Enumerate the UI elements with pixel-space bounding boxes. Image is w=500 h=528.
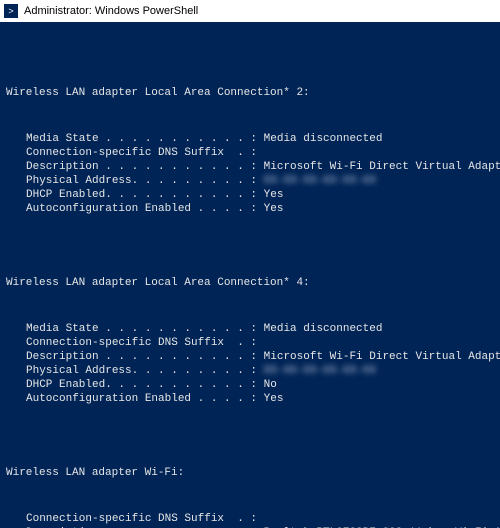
adapter-block: Media State . . . . . . . . . . . : Medi…: [26, 132, 500, 216]
output-row: Physical Address. . . . . . . . . : XX-X…: [26, 174, 500, 188]
powershell-icon: >: [4, 4, 18, 18]
output-row: Autoconfiguration Enabled . . . . : Yes: [26, 392, 500, 406]
adapter-header: Wireless LAN adapter Local Area Connecti…: [6, 86, 500, 100]
output-row: Autoconfiguration Enabled . . . . : Yes: [26, 202, 500, 216]
field-label: Physical Address. . . . . . . . . :: [26, 174, 264, 188]
field-value: Media disconnected: [264, 132, 383, 146]
field-label: Connection-specific DNS Suffix . :: [26, 512, 257, 526]
field-value: Yes: [264, 392, 284, 406]
output-row: DHCP Enabled. . . . . . . . . . . : No: [26, 378, 500, 392]
field-label: Media State . . . . . . . . . . . :: [26, 322, 264, 336]
field-value: Yes: [264, 202, 284, 216]
field-value: No: [264, 378, 277, 392]
field-label: Connection-specific DNS Suffix . :: [26, 146, 257, 160]
field-label: Autoconfiguration Enabled . . . . :: [26, 202, 264, 216]
window-title: Administrator: Windows PowerShell: [24, 4, 198, 18]
field-label: DHCP Enabled. . . . . . . . . . . :: [26, 378, 264, 392]
field-value: XX-XX-XX-XX-XX-XX: [264, 174, 376, 188]
field-value: Microsoft Wi-Fi Direct Virtual Adapter #…: [264, 350, 500, 364]
output-row: Physical Address. . . . . . . . . : XX-X…: [26, 364, 500, 378]
field-label: Physical Address. . . . . . . . . :: [26, 364, 264, 378]
output-row: Connection-specific DNS Suffix . :: [26, 512, 500, 526]
powershell-window: > Administrator: Windows PowerShell Wire…: [0, 0, 500, 528]
field-value: Yes: [264, 188, 284, 202]
output-row: DHCP Enabled. . . . . . . . . . . : Yes: [26, 188, 500, 202]
field-value: Media disconnected: [264, 322, 383, 336]
output-row: Media State . . . . . . . . . . . : Medi…: [26, 132, 500, 146]
adapter-block: Media State . . . . . . . . . . . : Medi…: [26, 322, 500, 406]
output-row: Description . . . . . . . . . . . : Micr…: [26, 350, 500, 364]
output-row: Connection-specific DNS Suffix . :: [26, 336, 500, 350]
field-label: Description . . . . . . . . . . . :: [26, 350, 264, 364]
output-row: Description . . . . . . . . . . . : Micr…: [26, 160, 500, 174]
adapter-block: Connection-specific DNS Suffix . :Descri…: [26, 512, 500, 528]
field-label: Autoconfiguration Enabled . . . . :: [26, 392, 264, 406]
field-value: XX-XX-XX-XX-XX-XX: [264, 364, 376, 378]
field-value: Microsoft Wi-Fi Direct Virtual Adapter: [264, 160, 500, 174]
output-row: Media State . . . . . . . . . . . : Medi…: [26, 322, 500, 336]
field-label: Media State . . . . . . . . . . . :: [26, 132, 264, 146]
field-label: DHCP Enabled. . . . . . . . . . . :: [26, 188, 264, 202]
output-row: Connection-specific DNS Suffix . :: [26, 146, 500, 160]
titlebar[interactable]: > Administrator: Windows PowerShell: [0, 0, 500, 22]
terminal-output[interactable]: Wireless LAN adapter Local Area Connecti…: [0, 22, 500, 528]
adapter-header: Wireless LAN adapter Local Area Connecti…: [6, 276, 500, 290]
field-label: Description . . . . . . . . . . . :: [26, 160, 264, 174]
adapter-header: Wireless LAN adapter Wi-Fi:: [6, 466, 500, 480]
field-label: Connection-specific DNS Suffix . :: [26, 336, 257, 350]
